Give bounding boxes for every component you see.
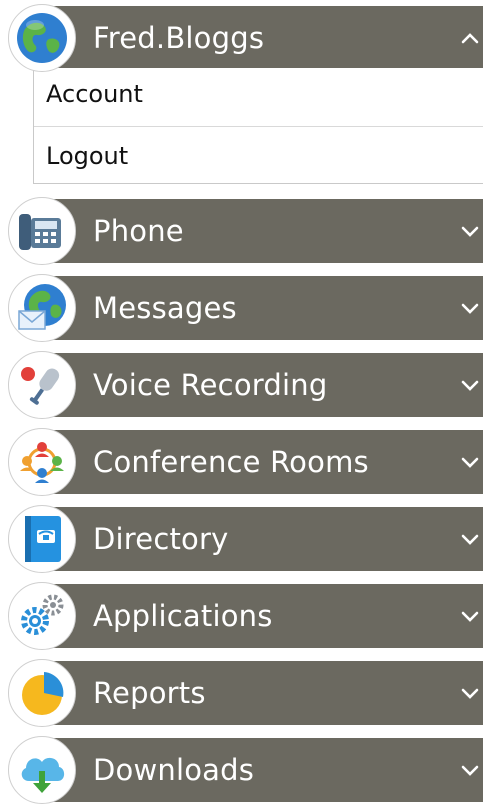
chevron-down-icon — [459, 430, 481, 494]
desk-phone-icon — [8, 197, 76, 265]
menu-item-label: Messages — [93, 291, 237, 325]
menu-item-voice-recording[interactable]: Voice Recording — [38, 353, 483, 417]
menu-item-label: Reports — [93, 676, 206, 710]
gears-icon — [8, 582, 76, 650]
submenu-divider — [34, 126, 483, 127]
pie-chart-icon — [8, 659, 76, 727]
menu-item-phone[interactable]: Phone — [38, 199, 483, 263]
cloud-download-icon — [8, 736, 76, 804]
menu-item-reports[interactable]: Reports — [38, 661, 483, 725]
chevron-down-icon — [459, 584, 481, 648]
menu-item-label: Phone — [93, 214, 184, 248]
chevron-up-icon — [459, 6, 481, 70]
phone-book-icon — [8, 505, 76, 573]
chevron-down-icon — [459, 507, 481, 571]
menu-item-directory[interactable]: Directory — [38, 507, 483, 571]
menu-item-label: Directory — [93, 522, 229, 556]
people-group-icon — [8, 428, 76, 496]
menu-item-messages[interactable]: Messages — [38, 276, 483, 340]
chevron-down-icon — [459, 661, 481, 725]
user-globe-icon — [8, 4, 76, 72]
logout-link[interactable]: Logout — [46, 142, 128, 170]
microphone-icon — [8, 351, 76, 419]
account-link[interactable]: Account — [46, 80, 143, 108]
user-submenu: Account Logout — [33, 68, 483, 184]
menu-item-conference-rooms[interactable]: Conference Rooms — [38, 430, 483, 494]
menu-item-label: Voice Recording — [93, 368, 328, 402]
menu-item-label: Conference Rooms — [93, 445, 369, 479]
user-name: Fred.Bloggs — [93, 21, 265, 55]
chevron-down-icon — [459, 738, 481, 802]
chevron-down-icon — [459, 276, 481, 340]
menu-item-label: Downloads — [93, 753, 255, 787]
menu-item-downloads[interactable]: Downloads — [38, 738, 483, 802]
menu-item-applications[interactable]: Applications — [38, 584, 483, 648]
user-menu-header[interactable]: Fred.Bloggs — [38, 6, 483, 70]
menu-item-label: Applications — [93, 599, 273, 633]
chevron-down-icon — [459, 353, 481, 417]
messages-globe-icon — [8, 274, 76, 342]
chevron-down-icon — [459, 199, 481, 263]
